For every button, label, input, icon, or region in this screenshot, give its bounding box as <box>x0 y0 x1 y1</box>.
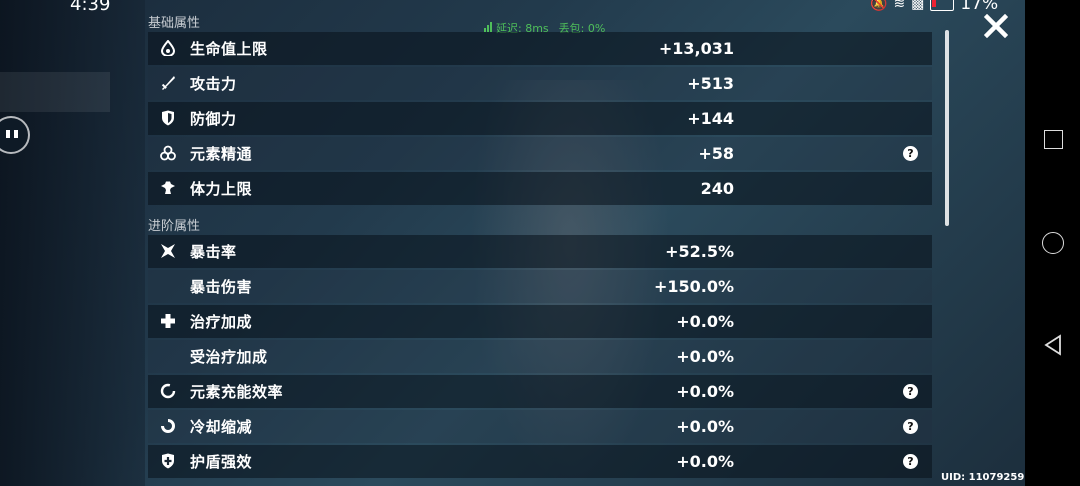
battery-icon <box>930 0 955 11</box>
stat-label: 生命值上限 <box>190 40 268 58</box>
stat-label: 暴击率 <box>190 243 237 261</box>
stat-row-healing-bonus[interactable]: 治疗加成 +0.0% <box>148 305 932 338</box>
stat-row-energy-recharge[interactable]: 元素充能效率 +0.0% ? <box>148 375 932 408</box>
stat-label: 治疗加成 <box>190 313 253 331</box>
stat-value: +0.0% <box>676 417 734 436</box>
elemental-mastery-icon <box>160 145 176 161</box>
stat-value: +13,031 <box>658 39 734 58</box>
close-button[interactable] <box>983 13 1009 39</box>
stats-panel: 基础属性 生命值上限 +13,031 攻击力 +513 防御力 +144 元素精… <box>148 0 932 486</box>
help-icon[interactable]: ? <box>903 454 918 469</box>
uid-label: UID: 110792595 <box>941 472 1032 483</box>
stat-row-crit-damage[interactable]: 暴击伤害 +150.0% <box>148 270 932 303</box>
stat-label: 冷却缩减 <box>190 418 253 436</box>
stat-row-crit-rate[interactable]: 暴击率 +52.5% <box>148 235 932 268</box>
close-icon <box>983 13 1009 39</box>
scrollbar[interactable] <box>945 30 949 226</box>
home-button[interactable] <box>1042 232 1064 254</box>
stat-row-defense[interactable]: 防御力 +144 <box>148 102 932 135</box>
battery-percent: 17% <box>960 0 999 14</box>
stat-label: 防御力 <box>190 110 237 128</box>
sword-icon <box>160 75 176 91</box>
stat-label: 体力上限 <box>190 180 253 198</box>
stat-row-shield-strength[interactable]: 护盾强效 +0.0% ? <box>148 445 932 478</box>
shield-icon <box>160 110 176 126</box>
cooldown-icon <box>160 418 176 434</box>
section-title-advanced: 进阶属性 <box>148 219 201 234</box>
stamina-icon <box>160 180 176 196</box>
stat-value: 240 <box>700 179 734 198</box>
stat-row-cooldown-reduction[interactable]: 冷却缩减 +0.0% ? <box>148 410 932 443</box>
stat-row-elemental-mastery[interactable]: 元素精通 +58 ? <box>148 137 932 170</box>
healing-cross-icon <box>160 313 176 329</box>
crit-rate-icon <box>160 243 176 259</box>
stat-value: +52.5% <box>665 242 734 261</box>
help-icon[interactable]: ? <box>903 384 918 399</box>
help-icon[interactable]: ? <box>903 146 918 161</box>
stat-label: 受治疗加成 <box>190 348 268 366</box>
hp-drop-icon <box>160 40 176 56</box>
stat-value: +150.0% <box>653 277 734 296</box>
stat-value: +0.0% <box>676 452 734 471</box>
stat-value: +58 <box>698 144 734 163</box>
energy-recharge-icon <box>160 383 176 399</box>
stat-row-hp[interactable]: 生命值上限 +13,031 <box>148 32 932 65</box>
stat-row-stamina[interactable]: 体力上限 240 <box>148 172 932 205</box>
stat-label: 护盾强效 <box>190 453 253 471</box>
stat-label: 攻击力 <box>190 75 237 93</box>
stat-value: +0.0% <box>676 312 734 331</box>
stat-value: +0.0% <box>676 382 734 401</box>
stat-value: +144 <box>687 109 734 128</box>
back-button[interactable] <box>1044 334 1062 360</box>
back-triangle-icon <box>1044 334 1061 356</box>
stat-label: 元素充能效率 <box>190 383 284 401</box>
shield-strength-icon <box>160 453 176 469</box>
stat-label: 暴击伤害 <box>190 278 253 296</box>
stat-value: +513 <box>687 74 734 93</box>
background-menu-highlight <box>0 72 110 112</box>
stat-value: +0.0% <box>676 347 734 366</box>
section-title-basic: 基础属性 <box>148 16 201 31</box>
stat-label: 元素精通 <box>190 145 253 163</box>
recent-apps-button[interactable] <box>1044 130 1063 149</box>
status-time: 4:39 <box>70 0 111 15</box>
help-icon[interactable]: ? <box>903 419 918 434</box>
stat-row-attack[interactable]: 攻击力 +513 <box>148 67 932 100</box>
stat-row-incoming-healing[interactable]: 受治疗加成 +0.0% <box>148 340 932 373</box>
